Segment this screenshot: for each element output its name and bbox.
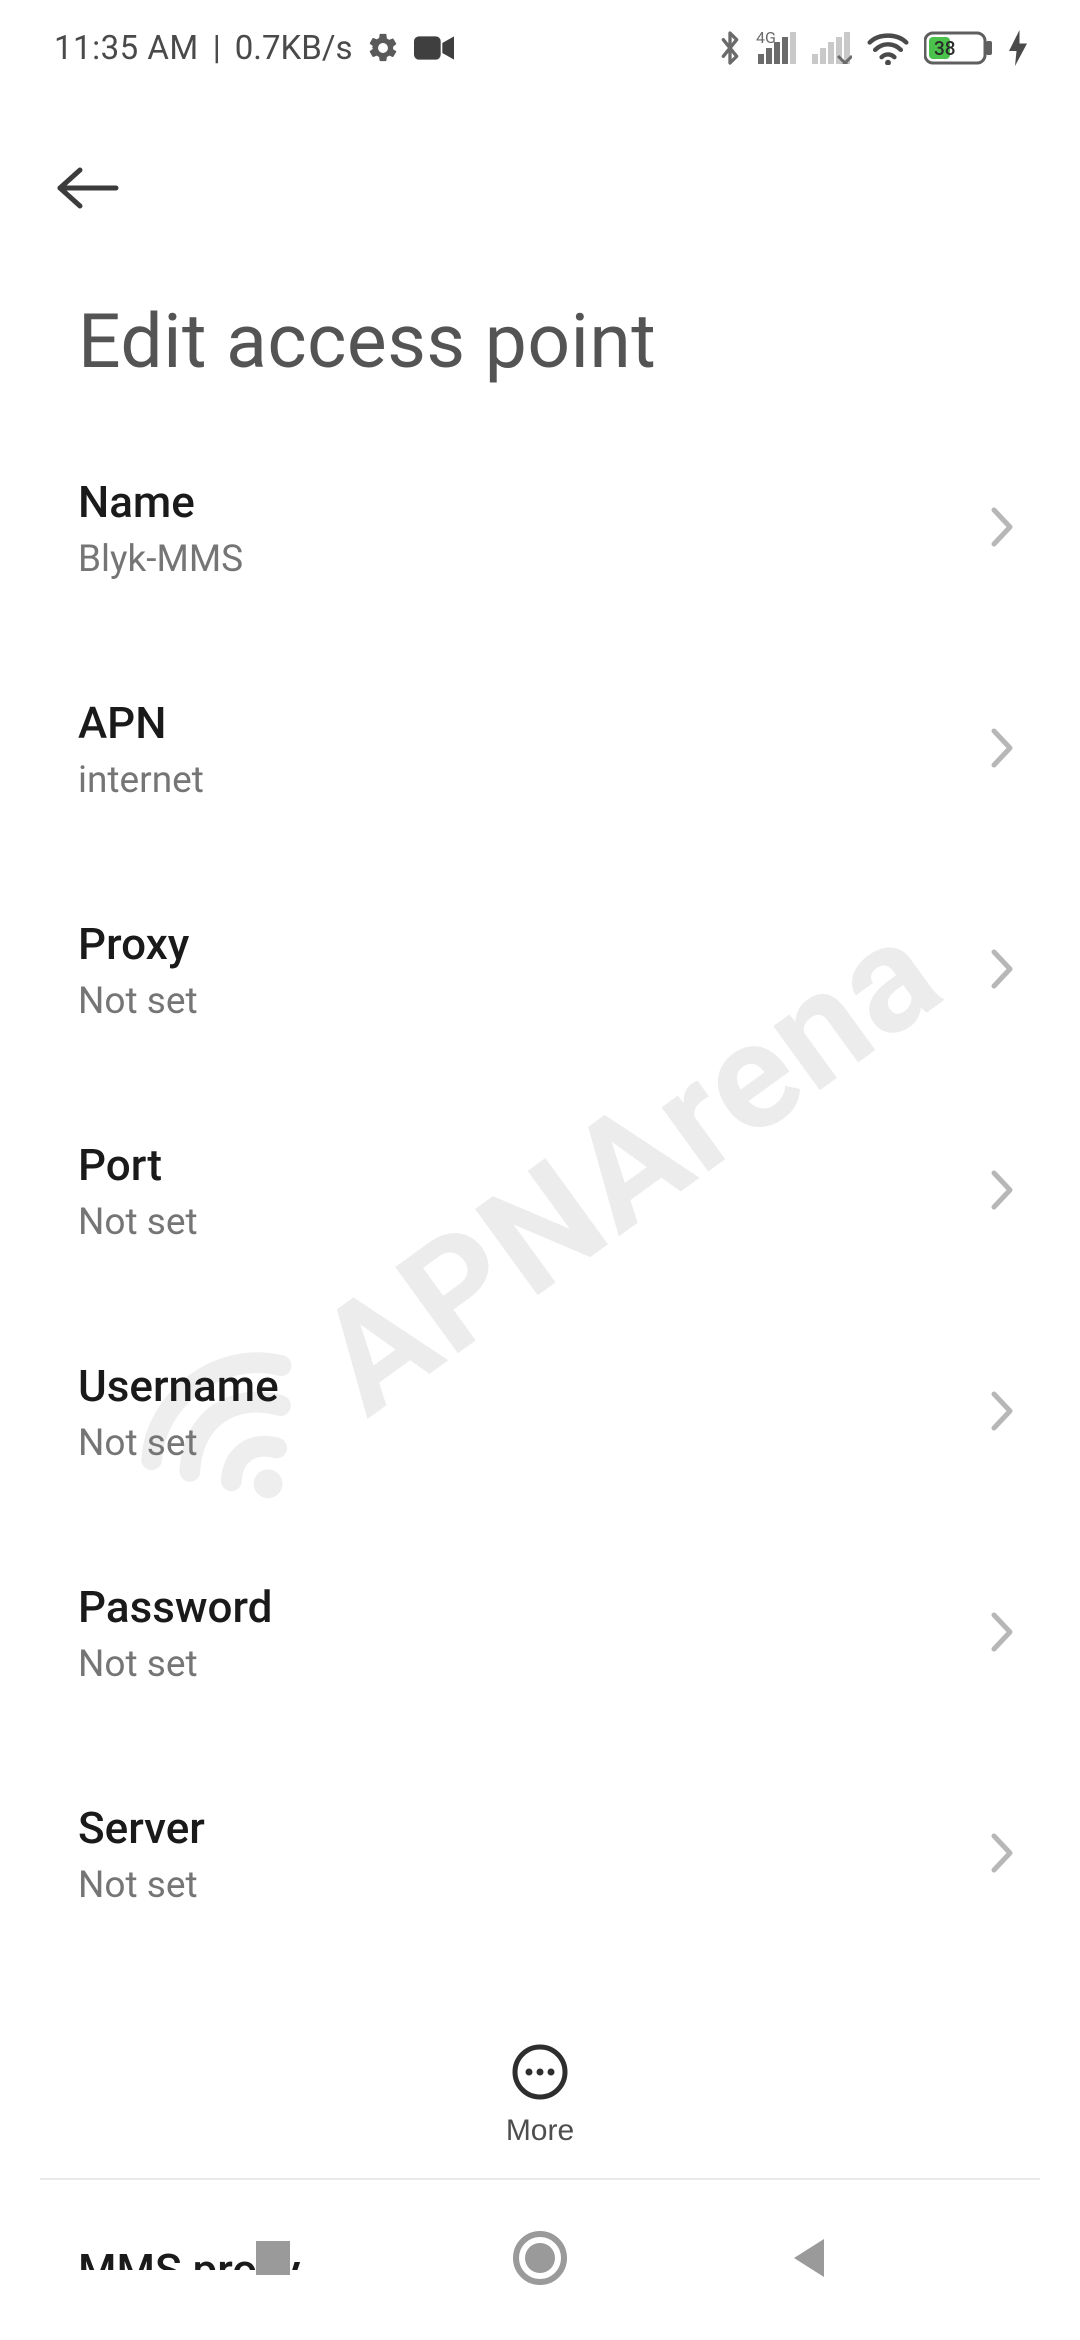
setting-row-text: Username Not set: [78, 1360, 279, 1465]
setting-title: Password: [78, 1581, 272, 1633]
setting-title: Server: [78, 1802, 205, 1854]
setting-title: Port: [78, 1139, 198, 1191]
setting-value: Not set: [78, 1643, 272, 1686]
status-data-rate: 0.7KB/s: [235, 29, 353, 68]
setting-row-server[interactable]: Server Not set: [0, 1744, 1080, 1965]
setting-row-text: Server Not set: [78, 1802, 205, 1907]
wifi-icon: [866, 31, 910, 65]
app-bar: [0, 96, 1080, 242]
setting-title: APN: [78, 697, 204, 749]
triangle-left-icon: [786, 2235, 828, 2285]
setting-title: Proxy: [78, 918, 198, 970]
chevron-right-icon: [988, 1388, 1016, 1438]
bottom-dock: More: [0, 2010, 1080, 2180]
signal-sim1-icon: 4G: [758, 32, 798, 64]
chevron-right-icon: [988, 1830, 1016, 1880]
setting-value: Not set: [78, 1201, 198, 1244]
chevron-right-icon: [988, 1609, 1016, 1659]
setting-row-text: APN internet: [78, 697, 204, 802]
setting-row-name[interactable]: Name Blyk-MMS: [0, 418, 1080, 639]
setting-title: Username: [78, 1360, 279, 1412]
system-nav-bar: [0, 2180, 1080, 2340]
chevron-right-icon: [988, 504, 1016, 554]
setting-value: Blyk-MMS: [78, 538, 243, 581]
status-left: 11:35 AM | 0.7KB/s: [54, 29, 454, 68]
status-time: 11:35 AM: [54, 29, 199, 68]
network-type-label: 4G: [756, 28, 776, 47]
nav-recents-button[interactable]: [213, 2200, 333, 2320]
status-separator: |: [213, 29, 221, 68]
back-button[interactable]: [54, 144, 144, 234]
settings-list[interactable]: Name Blyk-MMS APN internet Proxy Not set Port N…: [0, 400, 1080, 2270]
chevron-right-icon: [988, 1167, 1016, 1217]
setting-row-text: Name Blyk-MMS: [78, 476, 243, 581]
setting-title: Name: [78, 476, 243, 528]
setting-value: Not set: [78, 1422, 279, 1465]
battery-icon: 38: [924, 30, 994, 66]
circle-icon: [512, 2230, 568, 2290]
nav-home-button[interactable]: [480, 2200, 600, 2320]
status-right: 4G: [716, 28, 1028, 68]
more-button[interactable]: More: [506, 2043, 574, 2148]
square-icon: [252, 2237, 294, 2283]
setting-row-apn[interactable]: APN internet: [0, 639, 1080, 860]
arrow-left-icon: [54, 164, 124, 215]
setting-row-port[interactable]: Port Not set: [0, 1081, 1080, 1302]
chevron-right-icon: [988, 725, 1016, 775]
setting-row-password[interactable]: Password Not set: [0, 1523, 1080, 1744]
setting-row-text: Port Not set: [78, 1139, 198, 1244]
setting-row-text: Password Not set: [78, 1581, 272, 1686]
setting-value: Not set: [78, 1864, 205, 1907]
more-horizontal-icon: [511, 2043, 569, 2104]
more-label: More: [506, 2114, 574, 2148]
setting-row-text: Proxy Not set: [78, 918, 198, 1023]
video-camera-icon: [414, 34, 454, 62]
status-bar: 11:35 AM | 0.7KB/s 4G: [0, 0, 1080, 96]
bluetooth-icon: [716, 28, 744, 68]
setting-value: Not set: [78, 980, 198, 1023]
nav-back-button[interactable]: [747, 2200, 867, 2320]
battery-percentage: 38: [934, 37, 956, 60]
page-title: Edit access point: [0, 242, 1080, 400]
setting-row-username[interactable]: Username Not set: [0, 1302, 1080, 1523]
setting-value: internet: [78, 759, 204, 802]
gear-icon: [366, 31, 400, 65]
charging-bolt-icon: [1008, 30, 1028, 66]
signal-sim2-icon: [812, 32, 852, 64]
chevron-right-icon: [988, 946, 1016, 996]
setting-row-proxy[interactable]: Proxy Not set: [0, 860, 1080, 1081]
